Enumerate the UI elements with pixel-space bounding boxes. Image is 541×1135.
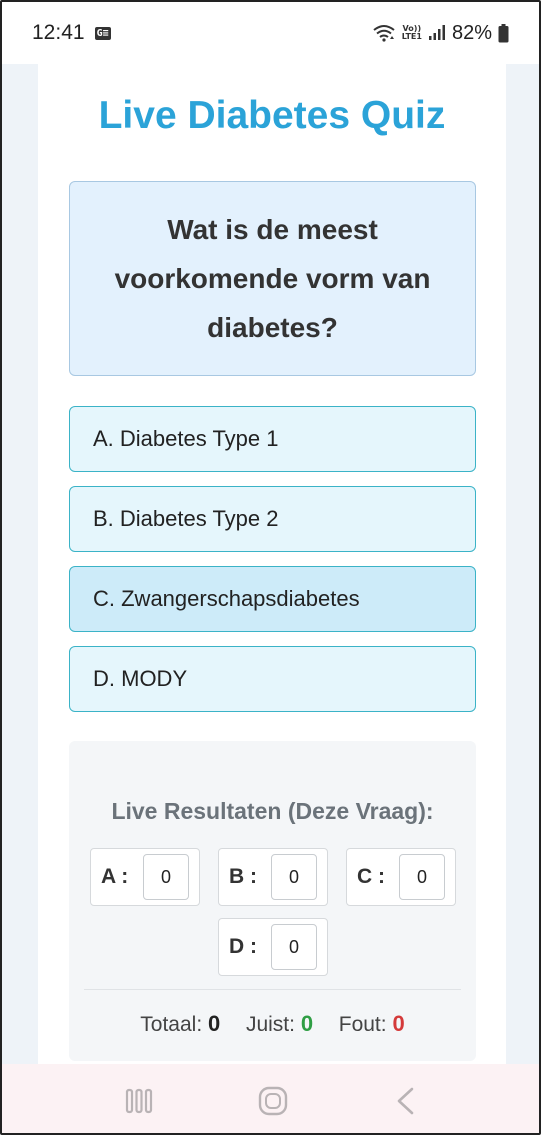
battery-percentage: 82%	[451, 21, 492, 44]
count-value-b: 0	[271, 854, 317, 900]
page-background: Live Diabetes Quiz Wat is de meest voork…	[2, 64, 539, 1064]
phone-screen: 12:41 G≡ Vo)) LTE1 82% Live Diabetes Qui…	[0, 0, 541, 1135]
option-a-button[interactable]: A. Diabetes Type 1	[69, 406, 476, 472]
recents-icon[interactable]	[125, 1087, 153, 1115]
count-label-d: D :	[229, 935, 257, 958]
wrong-label: Fout:	[338, 1013, 387, 1036]
question-box: Wat is de meest voorkomende vorm van dia…	[69, 181, 476, 376]
count-label-a: A :	[101, 865, 129, 888]
wifi-icon	[372, 24, 396, 42]
correct-value: 0	[300, 1011, 314, 1036]
results-title: Live Resultaten (Deze Vraag):	[111, 798, 434, 824]
count-value-d: 0	[271, 924, 317, 970]
total-label: Totaal:	[140, 1013, 203, 1036]
count-box-a: A : 0	[90, 848, 200, 906]
count-value-a: 0	[143, 854, 189, 900]
option-d-button[interactable]: D. MODY	[69, 646, 476, 712]
quiz-card: Live Diabetes Quiz Wat is de meest voork…	[38, 64, 506, 1064]
navigation-bar	[2, 1064, 539, 1133]
live-results-panel: Live Resultaten (Deze Vraag): A : 0 B : …	[69, 741, 476, 1061]
option-b-button[interactable]: B. Diabetes Type 2	[69, 486, 476, 552]
correct-label: Juist:	[245, 1013, 295, 1036]
totals-row: Totaal: 0 Juist: 0 Fout: 0	[69, 1011, 476, 1037]
question-text: Wat is de meest voorkomende vorm van dia…	[114, 214, 431, 343]
home-icon[interactable]	[258, 1086, 288, 1116]
option-c-button[interactable]: C. Zwangerschapsdiabetes	[69, 566, 476, 632]
signal-icon	[428, 25, 446, 41]
count-box-c: C : 0	[346, 848, 456, 906]
status-bar: 12:41 G≡ Vo)) LTE1 82%	[2, 2, 539, 64]
wrong-value: 0	[392, 1011, 405, 1036]
notification-icon: G≡	[94, 26, 111, 40]
battery-icon	[498, 23, 509, 43]
back-icon[interactable]	[394, 1087, 416, 1115]
count-label-b: B :	[229, 865, 257, 888]
volte-bottom: LTE1	[401, 32, 422, 41]
quiz-title: Live Diabetes Quiz	[98, 94, 446, 137]
count-box-d: D : 0	[218, 918, 328, 976]
total-value: 0	[208, 1011, 221, 1036]
results-divider	[84, 989, 461, 990]
count-label-c: C :	[357, 865, 385, 888]
count-value-c: 0	[399, 854, 445, 900]
volte-icon: Vo)) LTE1	[402, 25, 422, 41]
status-time: 12:41	[32, 21, 85, 44]
count-box-b: B : 0	[218, 848, 328, 906]
